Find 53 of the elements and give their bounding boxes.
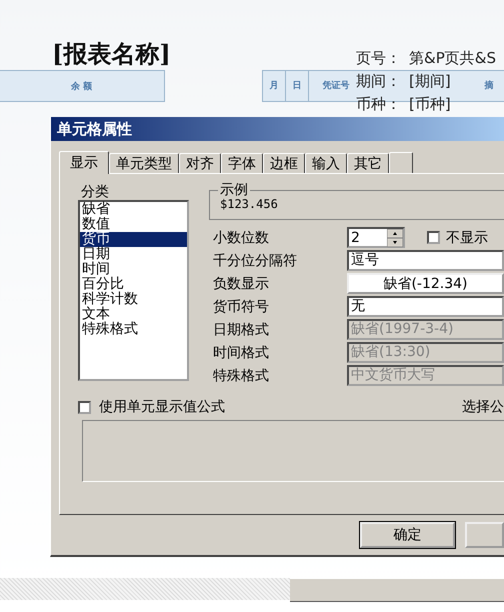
- list-item[interactable]: 百分比: [80, 277, 187, 292]
- list-item[interactable]: 缺省: [80, 202, 187, 217]
- category-list[interactable]: 缺省 数值 货币 日期 时间 百分比 科学计数 文本 特殊格式: [78, 200, 189, 381]
- info-value: [期间]: [409, 71, 451, 92]
- info-label: 期间：: [356, 71, 401, 92]
- list-item[interactable]: 货币: [80, 232, 187, 247]
- info-label: 页号：: [356, 48, 401, 69]
- select-field[interactable]: 无: [347, 296, 504, 317]
- tab[interactable]: 单元类型: [109, 153, 179, 173]
- tab[interactable]: [389, 152, 413, 173]
- checkbox[interactable]: [427, 231, 440, 244]
- spin-arrows-icon[interactable]: [387, 228, 403, 246]
- column-header: 月: [263, 71, 286, 101]
- number-spinner[interactable]: 2: [347, 227, 405, 248]
- checkbox-label: 使用单元显示值公式: [99, 398, 225, 416]
- report-title: [报表名称]: [52, 38, 171, 70]
- list-item[interactable]: 时间: [80, 262, 187, 277]
- select-formula-link[interactable]: 选择公: [462, 398, 504, 416]
- format-button[interactable]: 缺省(-12.34): [347, 273, 504, 294]
- select-field[interactable]: 逗号: [347, 250, 504, 271]
- list-item[interactable]: 科学计数: [80, 292, 187, 307]
- ok-button[interactable]: 确定: [360, 522, 456, 548]
- column-header: 日: [286, 71, 309, 101]
- field-label: 日期格式: [212, 320, 270, 338]
- checkbox[interactable]: [78, 400, 91, 414]
- info-value: 第&P页共&S: [409, 48, 496, 69]
- group-label: 示例: [218, 182, 250, 198]
- info-value: [币种]: [409, 94, 451, 115]
- sample-value: $123.456: [220, 197, 278, 211]
- formula-field[interactable]: [82, 420, 504, 482]
- list-item[interactable]: 文本: [80, 307, 187, 322]
- field-label: 千分位分隔符: [212, 252, 298, 270]
- tab[interactable]: 其它: [347, 153, 389, 173]
- field-label: 负数显示: [212, 274, 270, 292]
- list-item[interactable]: 数值: [80, 217, 187, 232]
- checkbox-label: 不显示: [446, 228, 488, 246]
- tab[interactable]: 显示: [59, 151, 109, 174]
- list-item[interactable]: 特殊格式: [80, 322, 187, 337]
- list-item[interactable]: 日期: [80, 247, 187, 262]
- tab[interactable]: 输入: [305, 153, 347, 173]
- tab[interactable]: 边框: [263, 153, 305, 173]
- tab[interactable]: 字体: [221, 153, 263, 173]
- info-label: 币种：: [356, 94, 401, 115]
- category-label: 分类: [81, 184, 110, 200]
- dialog-title: 单元格属性: [57, 120, 132, 138]
- column-header: 摘: [484, 79, 494, 93]
- field-label: 货币符号: [212, 298, 270, 316]
- field-label: 时间格式: [212, 344, 270, 362]
- column-header: 余 额: [70, 80, 92, 92]
- column-header: 凭证号: [322, 80, 350, 93]
- field-label: 特殊格式: [212, 366, 270, 384]
- field-label: 小数位数: [212, 228, 270, 246]
- tab[interactable]: 对齐: [179, 153, 221, 173]
